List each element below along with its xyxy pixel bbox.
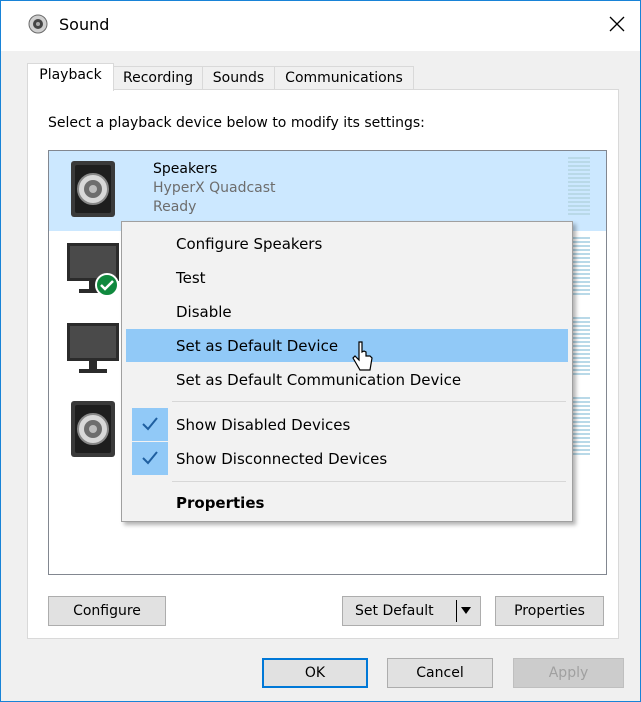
speaker-icon <box>71 401 115 457</box>
set-default-label: Set Default <box>355 603 434 619</box>
monitor-icon <box>67 243 119 297</box>
title-bar[interactable]: Sound <box>1 1 640 51</box>
volume-meter <box>568 157 590 219</box>
ok-button[interactable]: OK <box>262 658 368 688</box>
configure-button[interactable]: Configure <box>48 596 166 626</box>
chevron-down-icon <box>461 607 471 614</box>
device-name: Speakers <box>153 161 218 177</box>
mouse-pointer-icon <box>352 341 373 371</box>
menu-item-label: Set as Default Communication Device <box>176 371 462 389</box>
close-button[interactable] <box>594 1 640 47</box>
menu-item-label: Show Disconnected Devices <box>176 450 388 468</box>
apply-button[interactable]: Apply <box>513 658 624 688</box>
menu-item-label: Disable <box>176 303 232 321</box>
device-status: Ready <box>153 199 197 215</box>
tab-sounds[interactable]: Sounds <box>202 66 275 90</box>
menu-item-label: Properties <box>176 494 265 512</box>
menu-item-properties[interactable]: Properties <box>126 486 568 519</box>
speaker-icon <box>71 161 115 217</box>
instruction-text: Select a playback device below to modify… <box>48 115 425 131</box>
device-item-speakers[interactable]: Speakers HyperX Quadcast Ready <box>49 151 606 231</box>
menu-separator <box>172 481 566 482</box>
menu-item-set-default-communication[interactable]: Set as Default Communication Device <box>126 363 568 396</box>
close-icon <box>609 16 625 32</box>
menu-item-disable[interactable]: Disable <box>126 295 568 328</box>
menu-item-set-default-device[interactable]: Set as Default Device <box>126 329 568 362</box>
tab-communications[interactable]: Communications <box>274 66 414 90</box>
set-default-button[interactable]: Set Default <box>342 596 481 626</box>
menu-item-show-disabled[interactable]: Show Disabled Devices <box>126 408 568 441</box>
menu-item-label: Set as Default Device <box>176 337 339 355</box>
window-title: Sound <box>59 15 110 34</box>
cancel-button[interactable]: Cancel <box>387 658 493 688</box>
check-icon <box>132 442 168 475</box>
menu-item-configure-speakers[interactable]: Configure Speakers <box>126 227 568 260</box>
context-menu: Configure Speakers Test Disable Set as D… <box>121 221 573 522</box>
device-description: HyperX Quadcast <box>153 180 276 196</box>
check-icon <box>132 408 168 441</box>
speaker-small-icon <box>28 14 48 34</box>
properties-button[interactable]: Properties <box>495 596 604 626</box>
monitor-icon <box>67 323 119 373</box>
menu-item-label: Test <box>176 269 206 287</box>
menu-item-label: Configure Speakers <box>176 235 323 253</box>
menu-item-test[interactable]: Test <box>126 261 568 294</box>
menu-item-label: Show Disabled Devices <box>176 416 351 434</box>
tab-playback[interactable]: Playback <box>27 63 114 91</box>
menu-item-show-disconnected[interactable]: Show Disconnected Devices <box>126 442 568 475</box>
menu-separator <box>172 401 566 402</box>
tab-recording[interactable]: Recording <box>113 66 203 90</box>
set-default-dropdown[interactable] <box>456 600 475 622</box>
